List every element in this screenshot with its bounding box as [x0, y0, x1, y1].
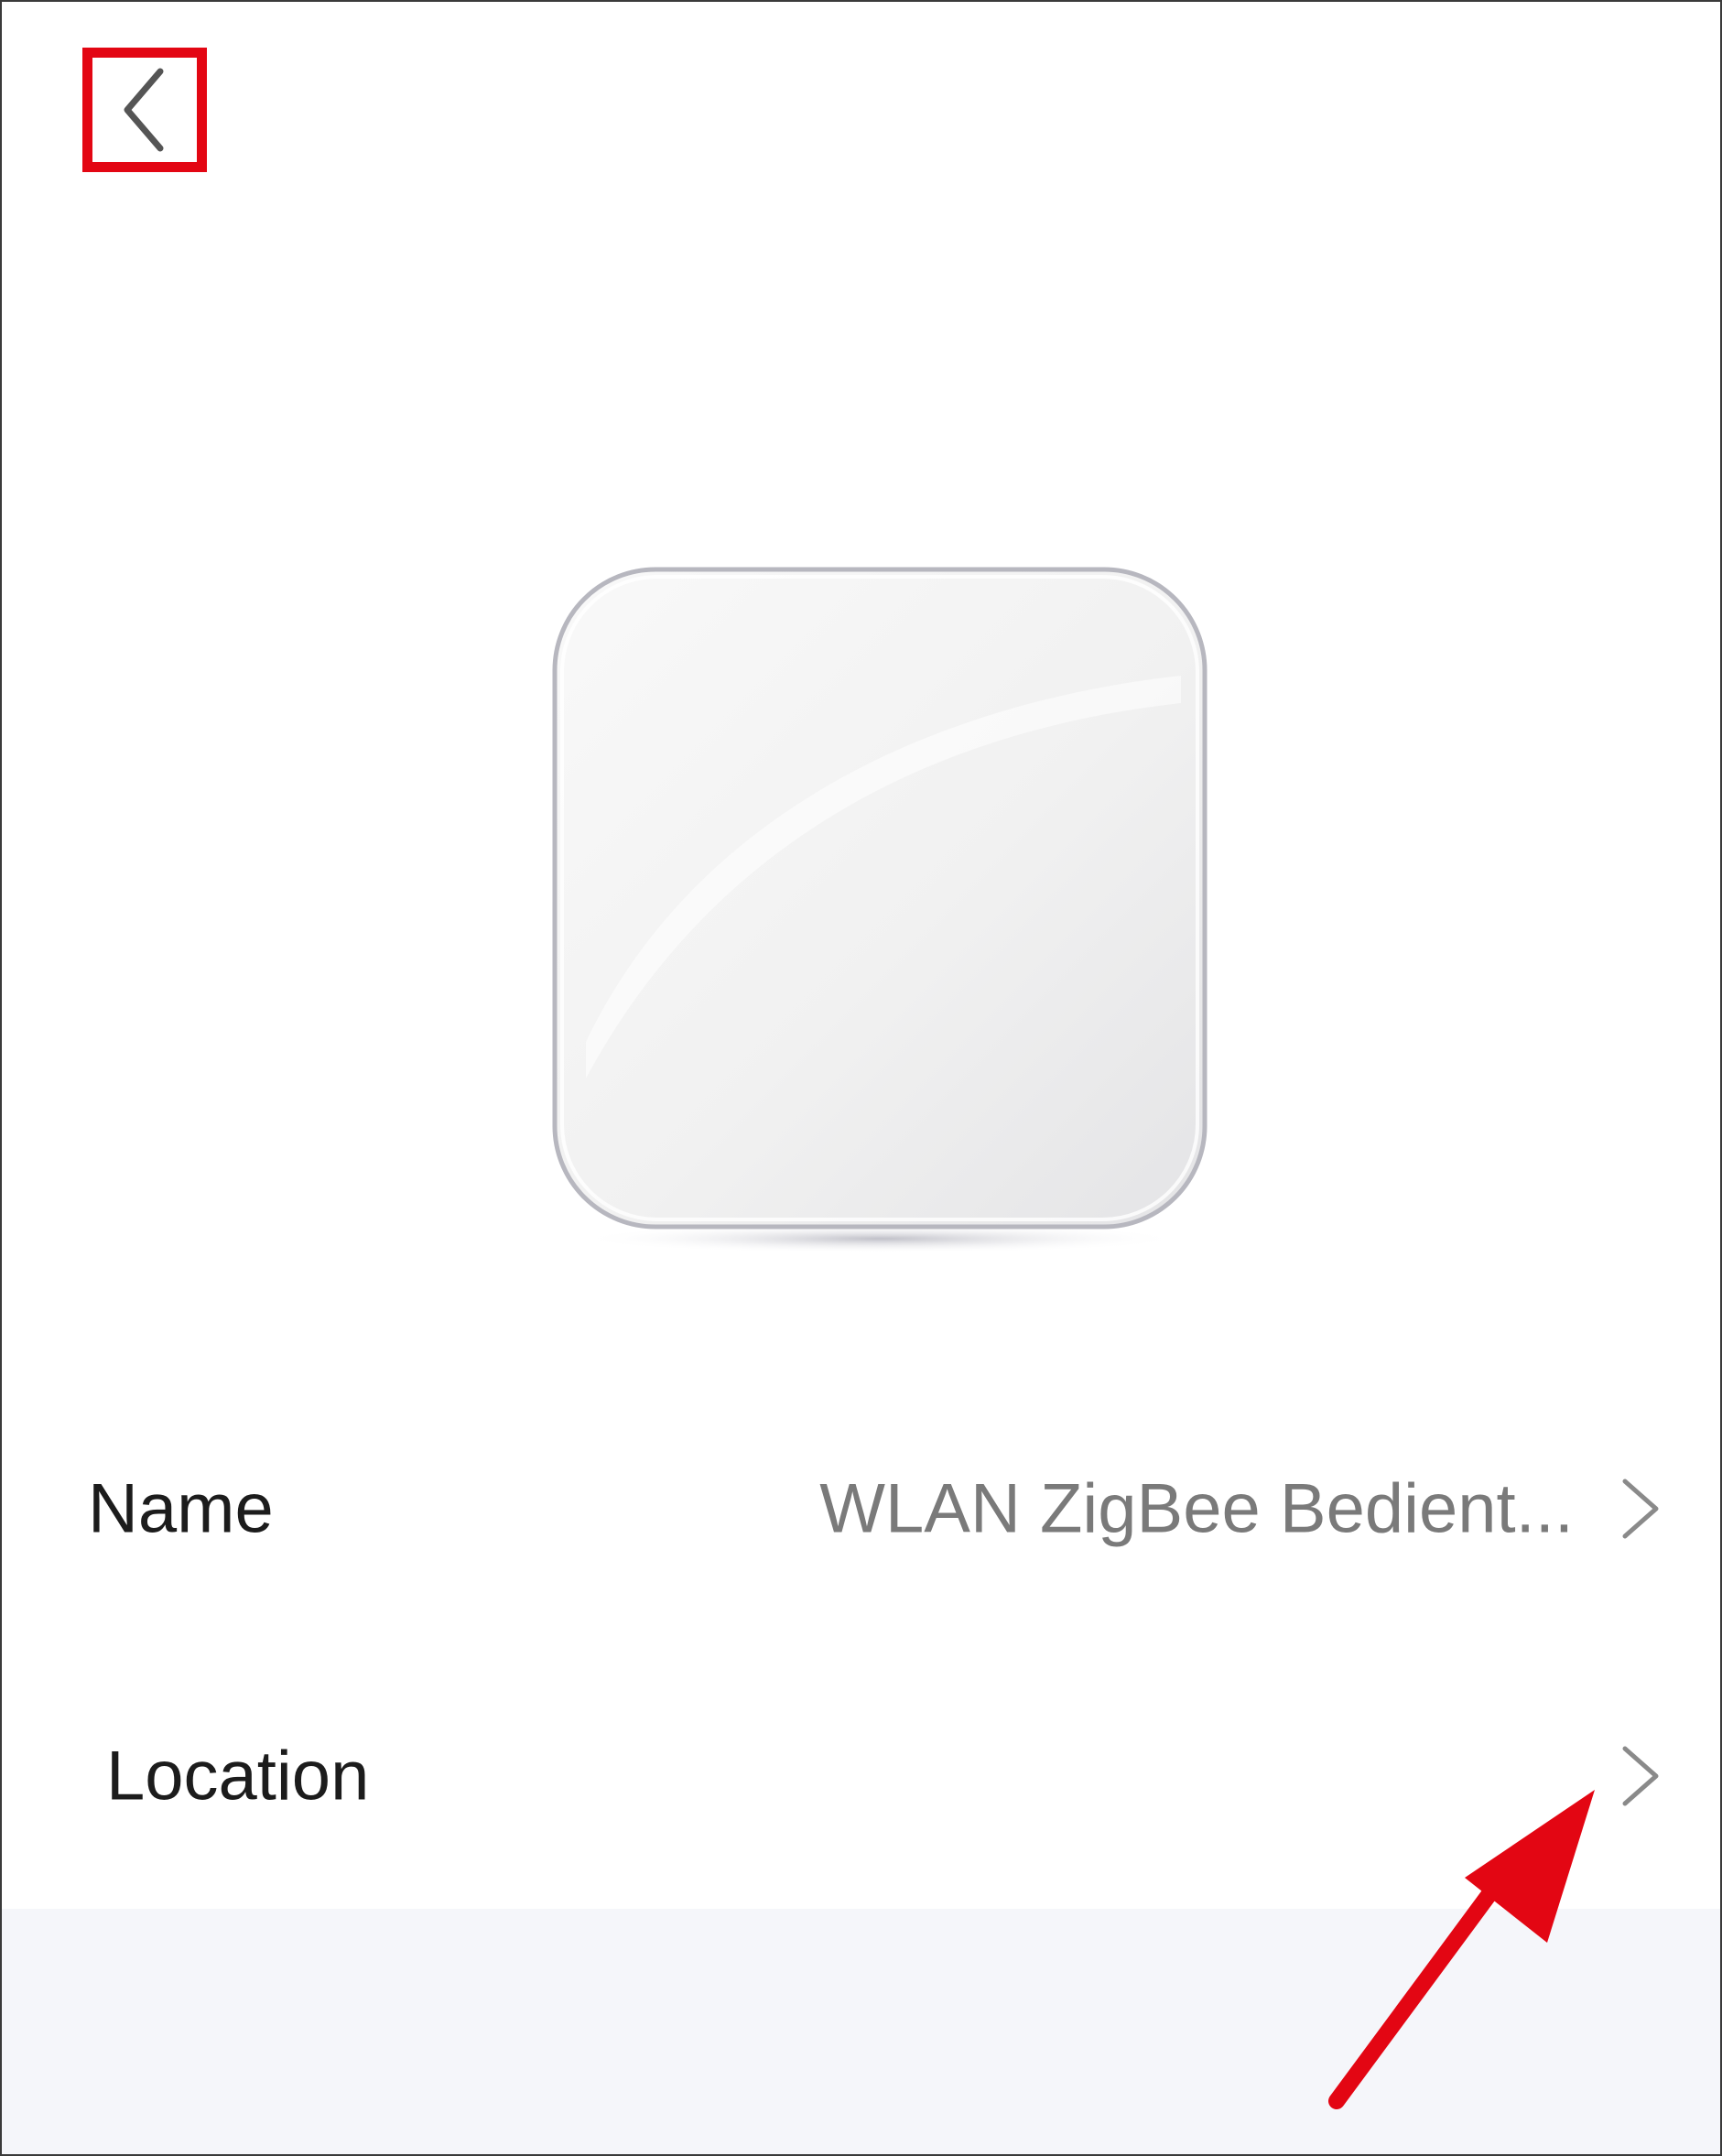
device-image	[552, 567, 1208, 1253]
name-row[interactable]: Name WLAN ZigBee Bedient...	[0, 1417, 1722, 1600]
chevron-left-icon	[124, 68, 164, 152]
chevron-right-icon	[1622, 1746, 1659, 1806]
location-row[interactable]: Location	[0, 1685, 1722, 1868]
bottom-panel	[0, 1909, 1722, 2156]
name-label: Name	[88, 1469, 274, 1548]
chevron-right-icon	[1622, 1479, 1659, 1539]
location-label: Location	[106, 1737, 370, 1815]
back-button[interactable]	[82, 48, 207, 172]
name-value: WLAN ZigBee Bedient...	[819, 1469, 1574, 1548]
